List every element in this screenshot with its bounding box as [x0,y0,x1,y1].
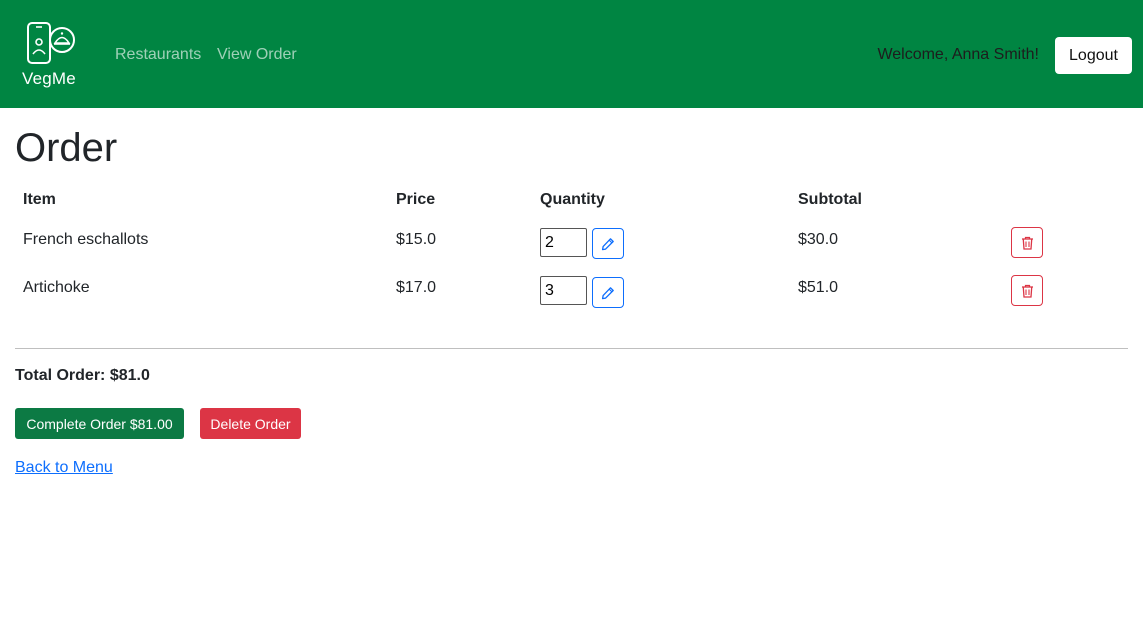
remove-item-button[interactable] [1011,227,1043,258]
column-header-item: Item [23,191,56,208]
page-title: Order [15,126,118,170]
column-header-quantity: Quantity [540,191,605,208]
item-name: Artichoke [23,279,90,296]
item-subtotal: $30.0 [798,231,839,248]
back-to-menu-link[interactable]: Back to Menu [15,458,113,478]
welcome-message: Welcome, Anna Smith! [877,46,1039,63]
item-subtotal: $51.0 [798,279,839,296]
quantity-input[interactable] [540,276,587,305]
navbar: VegMe Restaurants View Order Welcome, An… [0,0,1143,108]
brand-logo[interactable]: VegMe [22,21,82,89]
trash-icon [1022,236,1033,250]
item-price: $17.0 [396,279,437,296]
quantity-input[interactable] [540,228,587,257]
pencil-icon [601,238,614,251]
column-header-price: Price [396,191,436,208]
delete-order-button[interactable]: Delete Order [200,408,301,439]
remove-item-button[interactable] [1011,275,1043,306]
complete-order-button[interactable]: Complete Order $81.00 [15,408,184,439]
brand-name: VegMe [22,69,76,88]
order-total: Total Order: $81.0 [15,367,150,384]
trash-icon [1022,284,1033,298]
nav-link-restaurants[interactable]: Restaurants [115,45,201,65]
column-header-subtotal: Subtotal [798,191,862,208]
item-name: French eschallots [23,231,149,248]
update-quantity-button[interactable] [592,277,624,308]
pencil-icon [601,287,614,300]
nav-link-view-order[interactable]: View Order [217,45,297,65]
phone-cloche-icon [27,22,75,64]
divider [15,348,1128,349]
logout-button[interactable]: Logout [1055,37,1132,74]
update-quantity-button[interactable] [592,228,624,259]
item-price: $15.0 [396,231,437,248]
